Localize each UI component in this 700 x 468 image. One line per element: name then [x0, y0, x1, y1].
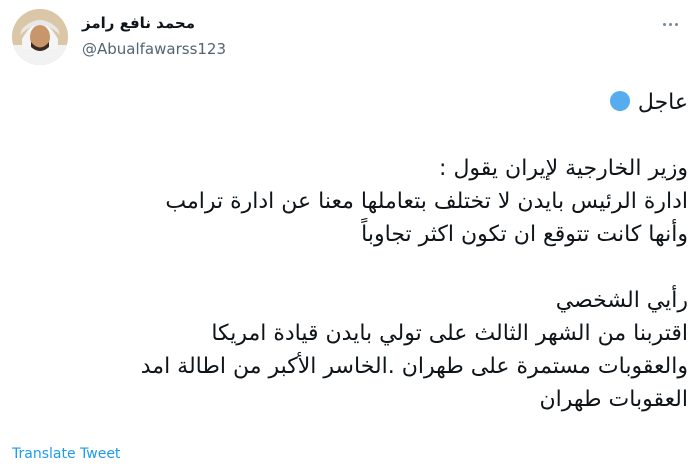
- translate-tweet-link[interactable]: Translate Tweet: [12, 446, 120, 462]
- more-dot: [662, 22, 666, 26]
- tweet-text: عاجل وزير الخارجية لإيران يقول : ادارة ا…: [28, 86, 688, 416]
- tweet-line: وزير الخارجية لإيران يقول :: [439, 156, 688, 181]
- avatar[interactable]: [12, 9, 68, 65]
- tweet-line: والعقوبات مستمرة على طهران .الخاسر الأكب…: [140, 354, 688, 379]
- author-handle[interactable]: @Abualfawarss123: [82, 40, 226, 58]
- tweet-line-urgent: عاجل: [28, 86, 688, 119]
- more-options-icon[interactable]: [656, 14, 684, 34]
- more-dot: [674, 22, 678, 26]
- more-dot: [668, 22, 672, 26]
- author-name[interactable]: محمد نافع رامز: [82, 14, 195, 32]
- avatar-photo: [12, 9, 68, 65]
- urgent-label: عاجل: [637, 90, 688, 115]
- tweet-line: وأنها كانت تتوقع ان تكون اكثر تجاوباً: [361, 222, 688, 247]
- tweet-line: رأيي الشخصي: [555, 288, 688, 313]
- tweet-line: اقتربنا من الشهر الثالث على تولي بايدن ق…: [211, 321, 688, 346]
- blue-circle-icon: [609, 91, 630, 111]
- tweet-line: ادارة الرئيس بايدن لا تختلف بتعاملها معن…: [165, 189, 688, 214]
- tweet-line: العقوبات طهران: [539, 387, 688, 412]
